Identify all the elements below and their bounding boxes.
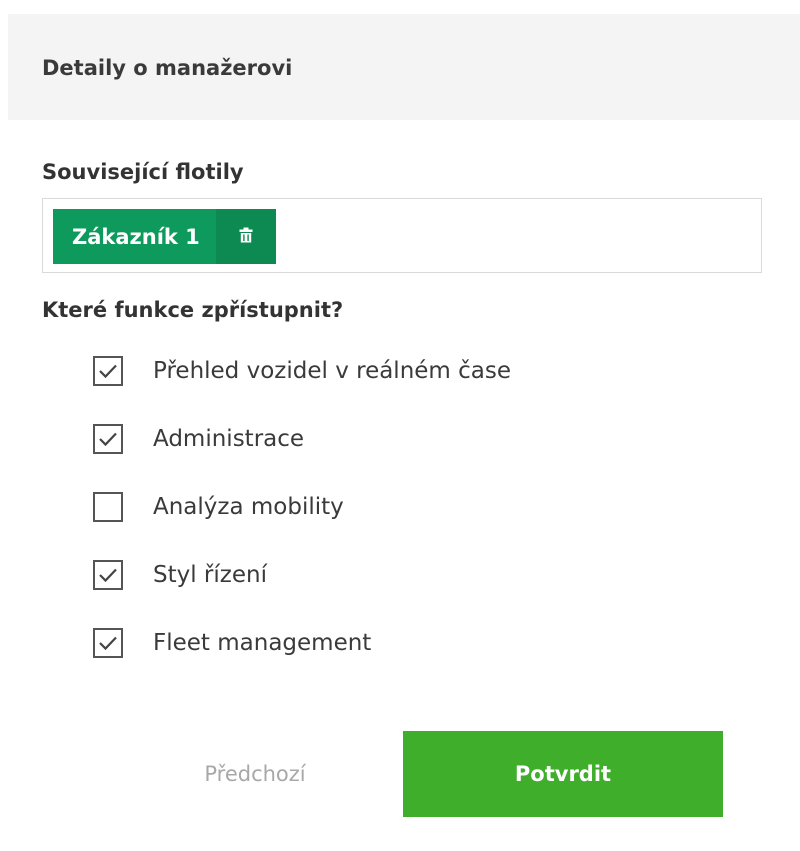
feature-item-realtime-overview[interactable]: Přehled vozidel v reálném čase — [93, 350, 511, 418]
feature-label: Styl řízení — [153, 562, 267, 588]
checkmark-icon — [99, 432, 117, 447]
page-title: Detaily o manažerovi — [42, 56, 293, 80]
feature-label: Administrace — [153, 426, 305, 452]
features-question-label: Které funkce zpřístupnit? — [42, 298, 344, 322]
feature-label: Analýza mobility — [153, 494, 344, 520]
feature-item-fleet-management[interactable]: Fleet management — [93, 622, 511, 690]
trash-icon — [239, 227, 253, 247]
checkmark-icon — [99, 568, 117, 583]
checkmark-icon — [99, 364, 117, 379]
related-fleets-label: Související flotily — [42, 160, 244, 184]
confirm-button[interactable]: Potvrdit — [403, 731, 723, 817]
checkmark-icon — [99, 636, 117, 651]
feature-item-administration[interactable]: Administrace — [93, 418, 511, 486]
checkbox[interactable] — [93, 628, 123, 658]
previous-button[interactable]: Předchozí — [140, 731, 370, 817]
feature-label: Přehled vozidel v reálném čase — [153, 358, 512, 384]
fleet-chip-label: Zákazník 1 — [53, 209, 216, 264]
manager-details-page: Detaily o manažerovi Související flotily… — [0, 0, 800, 851]
checkbox[interactable] — [93, 356, 123, 386]
checkbox[interactable] — [93, 424, 123, 454]
fleet-chip: Zákazník 1 — [53, 209, 276, 264]
feature-item-driving-style[interactable]: Styl řízení — [93, 554, 511, 622]
remove-fleet-button[interactable] — [215, 209, 276, 264]
feature-label: Fleet management — [153, 630, 372, 656]
checkbox[interactable] — [93, 560, 123, 590]
checkbox[interactable] — [93, 492, 123, 522]
feature-checkbox-list: Přehled vozidel v reálném čase Administr… — [93, 350, 511, 690]
feature-item-mobility-analysis[interactable]: Analýza mobility — [93, 486, 511, 554]
related-fleets-field[interactable]: Zákazník 1 — [42, 198, 762, 273]
header-bar: Detaily o manažerovi — [8, 14, 800, 120]
